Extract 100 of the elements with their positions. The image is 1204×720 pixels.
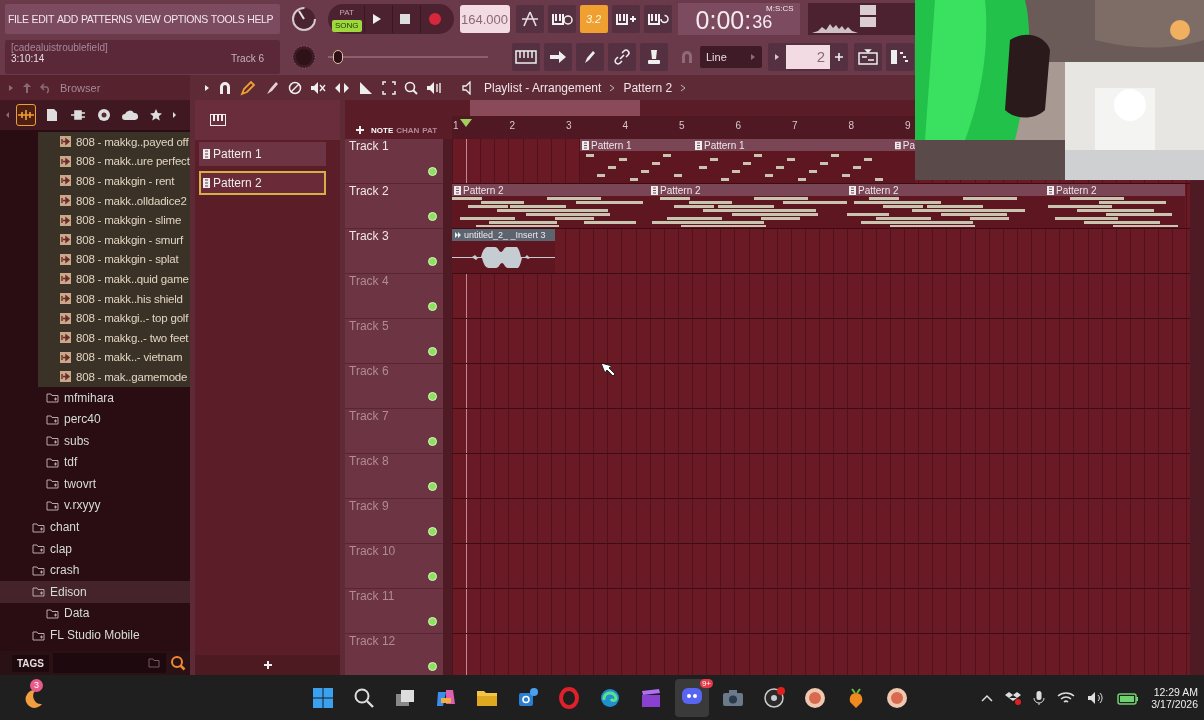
mode-toggle[interactable]: SONG (332, 19, 362, 32)
magnet-icon[interactable] (218, 80, 232, 95)
sample-item[interactable]: 808 - makk..- vietnam (38, 347, 190, 368)
knob-icon[interactable] (290, 5, 318, 33)
arrow-button[interactable] (544, 42, 572, 71)
folder-item[interactable]: v.rxyyy (0, 494, 190, 517)
add-icon[interactable] (262, 660, 273, 670)
speaker-icon[interactable] (426, 80, 442, 95)
track-led-icon[interactable] (428, 527, 437, 536)
menu-item[interactable]: OPTIONS (163, 13, 208, 25)
sample-item[interactable]: 808 - makk..quid game (38, 269, 190, 289)
sample-item[interactable]: 808 - makk..his shield (38, 288, 190, 309)
mute-icon[interactable] (310, 80, 326, 95)
pattern-number-field[interactable]: 2 (786, 44, 830, 69)
folder-item[interactable]: chant (0, 516, 190, 538)
track-header[interactable]: Track 1 (345, 139, 443, 184)
add-icon[interactable] (355, 125, 365, 135)
pencil-icon[interactable] (240, 79, 256, 96)
pattern-item[interactable]: Pattern 1 (199, 142, 326, 166)
sample-item[interactable]: 808 - makkg..- two feet (38, 327, 190, 348)
chevron-right-icon[interactable] (680, 83, 687, 92)
filter-tab[interactable]: PAT (422, 126, 438, 135)
pattern-clip[interactable]: Pattern 1 (693, 139, 893, 183)
sample-item[interactable]: 808 - makkgin - rent (38, 171, 190, 191)
select-icon[interactable] (382, 80, 396, 95)
menu-item[interactable]: PATTERNS (80, 13, 133, 25)
arrangement-grid[interactable]: Pattern 1 Pattern 1 Pa Pattern 2 Pattern 2 Pattern 2 Pattern 2 untitled_2_ _Insert 3 (452, 139, 1190, 675)
pitch-slider[interactable] (328, 49, 488, 64)
delete-icon[interactable] (288, 80, 302, 95)
pattern-clip[interactable]: Pattern 2 (847, 184, 1045, 228)
menu-item[interactable]: VIEW (135, 13, 161, 25)
slider-thumb[interactable] (332, 49, 343, 64)
track-led-icon[interactable] (428, 662, 437, 671)
typing-keyboard-button[interactable] (512, 42, 540, 71)
opera-icon[interactable] (558, 686, 580, 709)
step-edit-button[interactable] (611, 5, 640, 33)
piano-roll-button[interactable] (886, 42, 914, 71)
paint-brush-icon[interactable] (264, 79, 280, 96)
track-led-icon[interactable] (428, 347, 437, 356)
wait-record-button[interactable] (547, 5, 576, 33)
app-icon[interactable] (804, 686, 826, 709)
sample-item[interactable]: 808 - makkg..payed off (38, 132, 190, 152)
overview-scrollbar[interactable] (470, 100, 640, 116)
start-icon[interactable] (312, 686, 334, 709)
sample-item[interactable]: 808 - makkgin - slime (38, 210, 190, 230)
playlist-button[interactable] (854, 42, 882, 71)
slice-icon[interactable] (358, 79, 374, 96)
up-arrow-icon[interactable] (22, 81, 32, 94)
track-led-icon[interactable] (428, 482, 437, 491)
time-display[interactable]: 0:00:36 M:S:CS (677, 3, 800, 35)
chevron-up-icon[interactable] (981, 693, 994, 702)
track-led-icon[interactable] (428, 257, 437, 266)
browser-icon[interactable] (599, 686, 621, 709)
folder-item[interactable]: subs (0, 429, 190, 452)
pattern-clip[interactable]: Pattern 2 (649, 184, 847, 228)
track-led-icon[interactable] (428, 167, 437, 176)
metronome-button[interactable] (515, 5, 544, 33)
volume-icon[interactable] (1087, 690, 1106, 705)
piano-keys-icon[interactable] (210, 114, 226, 126)
chevron-right-icon[interactable] (609, 83, 616, 92)
track-led-icon[interactable] (428, 572, 437, 581)
microphone-icon[interactable] (1033, 689, 1046, 706)
link-button[interactable] (608, 42, 636, 71)
vertical-scrollbar[interactable] (1190, 181, 1204, 675)
menu-item[interactable]: FILE (8, 13, 29, 25)
audio-clip[interactable]: untitled_2_ _Insert 3 (452, 229, 555, 273)
search-icon[interactable] (170, 655, 186, 671)
track-header[interactable]: Track 2 (345, 184, 443, 229)
recorder-icon[interactable] (763, 686, 785, 709)
menu-item[interactable]: EDIT (31, 13, 54, 25)
folder-item[interactable]: perc40 (0, 408, 190, 430)
menu-item[interactable]: TOOLS (210, 13, 245, 25)
sample-item[interactable]: 808 - makk..olldadice2 (38, 190, 190, 211)
folder-item[interactable]: crash (0, 559, 190, 582)
wifi-icon[interactable] (1057, 690, 1076, 705)
stamp-button[interactable] (640, 42, 668, 71)
filter-tab[interactable]: NOTE (371, 126, 394, 135)
battery-icon[interactable] (1117, 690, 1140, 705)
triangle-icon[interactable] (204, 83, 210, 92)
search-icon[interactable] (353, 686, 375, 709)
back-arrow-icon[interactable] (40, 81, 52, 94)
sample-item[interactable]: 808 - makkgi..- top golf (38, 308, 190, 328)
scroll-left-icon[interactable] (5, 111, 10, 119)
menu-item[interactable]: HELP (247, 13, 274, 25)
slip-icon[interactable] (334, 81, 350, 94)
clock-date[interactable]: 3/17/2026 (1151, 697, 1198, 710)
track-led-icon[interactable] (428, 392, 437, 401)
zoom-icon[interactable] (404, 80, 418, 95)
folder-item[interactable]: clap (0, 537, 190, 560)
mail-icon[interactable] (517, 686, 539, 709)
menu-item[interactable]: ADD (56, 13, 78, 25)
track-led-icon[interactable] (428, 617, 437, 626)
clapperboard-icon[interactable] (640, 686, 662, 709)
mode-toggle[interactable]: PAT (332, 6, 362, 19)
track-led-icon[interactable] (428, 212, 437, 221)
sample-item[interactable]: 808 - mak..gamemode (38, 367, 190, 387)
folder-item[interactable]: FL Studio Mobile (0, 624, 190, 646)
pattern-clip[interactable]: Pattern 1 (580, 139, 693, 183)
tags-field[interactable] (53, 653, 166, 673)
folder-item[interactable]: tdf (0, 451, 190, 474)
